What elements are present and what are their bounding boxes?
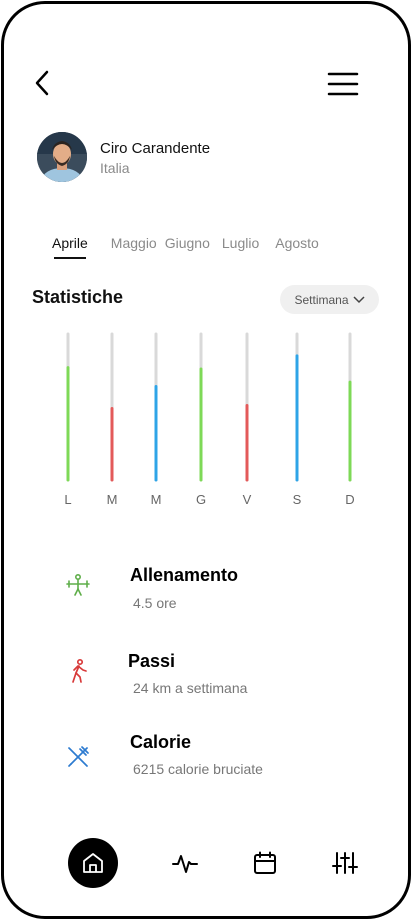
weekly-bar-chart: LMMGVSD (64, 332, 355, 507)
fitness-icon (66, 573, 90, 596)
calorie-tile[interactable] (55, 734, 101, 780)
passi-tile[interactable] (55, 648, 101, 694)
allenamento-value: 4.5 ore (133, 595, 177, 611)
nav-calendar-button[interactable] (250, 848, 280, 878)
nav-home-button[interactable] (68, 838, 118, 888)
nav-activity-button[interactable] (170, 848, 200, 878)
day-label-5: S (293, 492, 302, 507)
allenamento-title: Allenamento (130, 565, 239, 585)
day-label-3: G (196, 492, 206, 507)
sliders-icon (332, 852, 358, 874)
day-label-1: M (107, 492, 118, 507)
day-label-2: M (151, 492, 162, 507)
fork-knife-icon (68, 746, 89, 767)
passi-title: Passi (128, 651, 176, 671)
day-label-0: L (64, 492, 71, 507)
phone-frame: Ciro Carandente Italia Aprile Maggio Giu… (1, 1, 411, 919)
home-icon (83, 853, 103, 873)
nav-settings-button[interactable] (330, 848, 360, 878)
calendar-icon (254, 851, 276, 874)
passi-value: 24 km a settimana (133, 680, 248, 696)
allenamento-tile[interactable] (55, 562, 101, 608)
calorie-value: 6215 calorie bruciate (133, 761, 263, 777)
day-label-6: D (345, 492, 354, 507)
day-label-4: V (243, 492, 252, 507)
activity-icon (172, 855, 198, 873)
calorie-title: Calorie (130, 732, 192, 752)
walking-icon (72, 658, 87, 683)
